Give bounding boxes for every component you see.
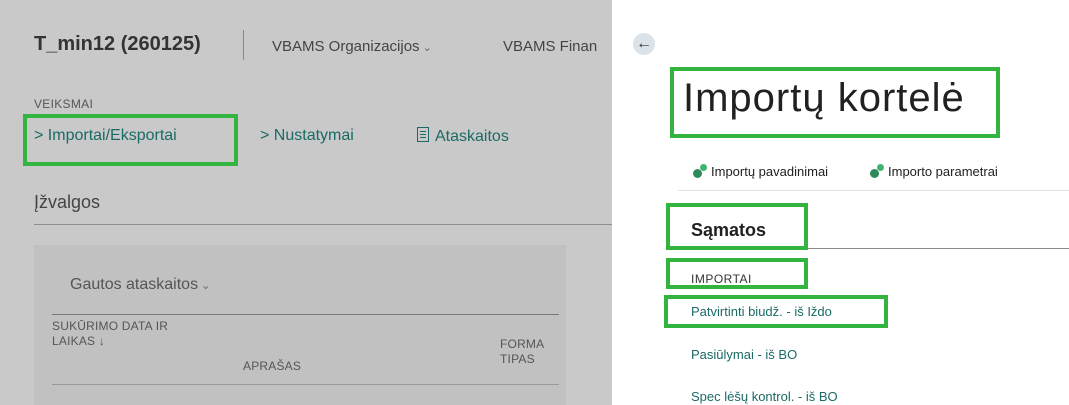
import-params-label: Importo parametrai — [888, 164, 998, 179]
company-name[interactable]: T_min12 (260125) — [34, 33, 201, 56]
org-menu-label: VBAMS Organizacijos — [272, 38, 420, 55]
background-page-dimmed: T_min12 (260125) VBAMS Organizacijos ⌄ VB… — [0, 0, 612, 405]
received-reports-menu[interactable]: Gautos ataskaitos ⌄ — [70, 276, 210, 294]
header-separator — [243, 30, 244, 60]
report-icon — [417, 127, 429, 142]
column-form-type[interactable]: FORMA TIPAS — [500, 337, 560, 367]
back-arrow-icon[interactable]: ← — [633, 33, 655, 55]
received-reports-title: Gautos ataskaitos — [70, 276, 199, 293]
gear-icon — [870, 164, 884, 178]
actions-section-label: VEIKSMAI — [34, 97, 94, 111]
page-title: Importų kortelė — [683, 76, 965, 120]
gear-icon — [693, 164, 707, 178]
reports-action-label: Ataskaitos — [435, 128, 509, 145]
section-divider — [678, 248, 1069, 249]
toolbar-divider — [678, 190, 1069, 191]
chevron-down-icon: ⌄ — [422, 42, 432, 54]
import-names-action[interactable]: Importų pavadinimai — [693, 164, 828, 179]
table-header-divider — [52, 314, 559, 315]
reports-action[interactable]: Ataskaitos — [417, 127, 509, 146]
column-description[interactable]: APRAŠAS — [243, 359, 301, 374]
insights-divider — [34, 224, 612, 225]
special-funds-link[interactable]: Spec lėšų kontrol. - iš BO — [691, 389, 838, 404]
fin-menu[interactable]: VBAMS Finan — [503, 38, 597, 55]
table-row-divider — [52, 384, 559, 385]
import-names-label: Importų pavadinimai — [711, 164, 829, 179]
approved-budget-link[interactable]: Patvirtinti biudž. - iš Iždo — [691, 304, 832, 319]
org-menu[interactable]: VBAMS Organizacijos ⌄ — [272, 38, 432, 55]
section-title: Sąmatos — [691, 220, 767, 240]
import-export-action[interactable]: > Importai/Eksportai — [34, 127, 177, 145]
chevron-down-icon: ⌄ — [201, 280, 211, 292]
insights-title: Įžvalgos — [34, 192, 101, 212]
group-label: IMPORTAI — [691, 272, 752, 286]
settings-action[interactable]: > Nustatymai — [260, 127, 354, 145]
import-params-action[interactable]: Importo parametrai — [870, 164, 998, 179]
column-created-datetime[interactable]: SUKŪRIMO DATA IR LAIKAS ↓ — [52, 319, 192, 349]
proposals-link[interactable]: Pasiūlymai - iš BO — [691, 347, 797, 362]
